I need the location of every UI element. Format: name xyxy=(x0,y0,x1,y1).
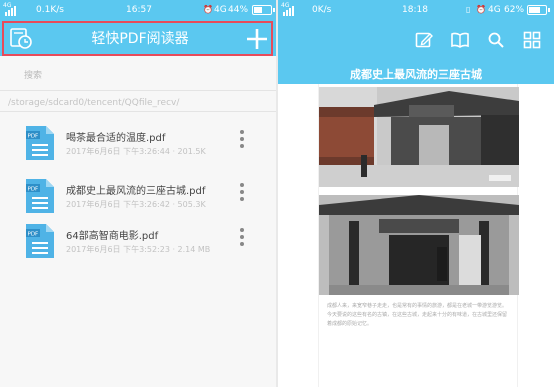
pdf-file-icon: PDF xyxy=(26,224,54,258)
carrier-label: 4G xyxy=(3,2,12,9)
pdf-file-icon: PDF xyxy=(26,179,54,213)
app-title: 轻快PDF阅读器 xyxy=(91,31,189,47)
carrier-label: 4G xyxy=(281,2,290,9)
grid-icon[interactable] xyxy=(523,31,541,49)
photo-old-street-gate xyxy=(319,87,519,187)
edit-icon[interactable] xyxy=(415,31,433,49)
file-meta: 2017年6月6日 下午3:52:23 · 2.14 MB xyxy=(66,245,211,254)
network-speed: 0K/s xyxy=(312,5,332,15)
divider xyxy=(0,111,276,112)
file-browser-panel: 4G 0.1K/s 16:57 ⏰ 4G 44% 轻快PDF阅读器 搜索 /st… xyxy=(0,0,276,387)
file-name: 喝茶最合适的温度.pdf xyxy=(66,133,166,144)
file-meta: 2017年6月6日 下午3:26:42 · 505.3K xyxy=(66,200,206,209)
more-options-icon[interactable] xyxy=(238,130,246,150)
clock: 16:57 xyxy=(126,5,152,15)
network-type: 4G xyxy=(488,5,501,15)
file-name: 成都史上最风流的三座古城.pdf xyxy=(66,186,206,197)
folder-path: /storage/sdcard0/tencent/QQfile_recv/ xyxy=(8,98,180,108)
status-bar: 4G 0.1K/s 16:57 ⏰ 4G 44% xyxy=(0,0,276,20)
book-icon[interactable] xyxy=(451,31,469,49)
battery-percent: 62% xyxy=(504,5,525,15)
alarm-icon: ⏰ xyxy=(203,5,213,14)
svg-text:PDF: PDF xyxy=(28,187,39,193)
status-bar: 4G 0K/s 18:18 ▯ ⏰ 4G 62% xyxy=(278,0,554,20)
search-icon[interactable] xyxy=(487,31,505,49)
network-speed: 0.1K/s xyxy=(36,5,64,15)
pdf-page[interactable]: 成都人来，来宽窄巷子走走，也是常有的事情的旅游，都是在老城一带游览游览。今天要说… xyxy=(318,84,519,387)
clock: 18:18 xyxy=(402,5,428,15)
photo-old-doorway xyxy=(319,195,519,295)
file-list-item[interactable]: PDF 喝茶最合适的温度.pdf 2017年6月6日 下午3:26:44 · 2… xyxy=(0,118,276,172)
battery-icon xyxy=(252,5,275,15)
network-type: 4G xyxy=(214,5,227,15)
svg-text:PDF: PDF xyxy=(28,232,39,238)
battery-icon xyxy=(527,5,550,15)
document-title: 成都史上最风流的三座古城 xyxy=(350,68,482,81)
more-options-icon[interactable] xyxy=(238,183,246,203)
alarm-icon: ⏰ xyxy=(476,5,486,14)
svg-text:PDF: PDF xyxy=(28,134,39,140)
add-icon[interactable] xyxy=(245,27,269,51)
file-meta: 2017年6月6日 下午3:26:44 · 201.5K xyxy=(66,147,206,156)
history-icon[interactable] xyxy=(9,26,33,50)
article-text: 成都人来，来宽窄巷子走走，也是常有的事情的旅游，都是在老城一带游览游览。今天要说… xyxy=(327,303,508,327)
vibrate-icon: ▯ xyxy=(466,5,471,14)
pdf-file-icon: PDF xyxy=(26,126,54,160)
pdf-viewer-panel: 4G 0K/s 18:18 ▯ ⏰ 4G 62% 成都史上最风流的三座古城 成都… xyxy=(278,0,554,387)
file-list-item[interactable]: PDF 64部高智商电影.pdf 2017年6月6日 下午3:52:23 · 2… xyxy=(0,216,276,270)
search-placeholder: 搜索 xyxy=(24,71,43,81)
divider xyxy=(0,90,276,91)
more-options-icon[interactable] xyxy=(238,228,246,248)
file-name: 64部高智商电影.pdf xyxy=(66,231,159,242)
battery-percent: 44% xyxy=(228,5,249,15)
